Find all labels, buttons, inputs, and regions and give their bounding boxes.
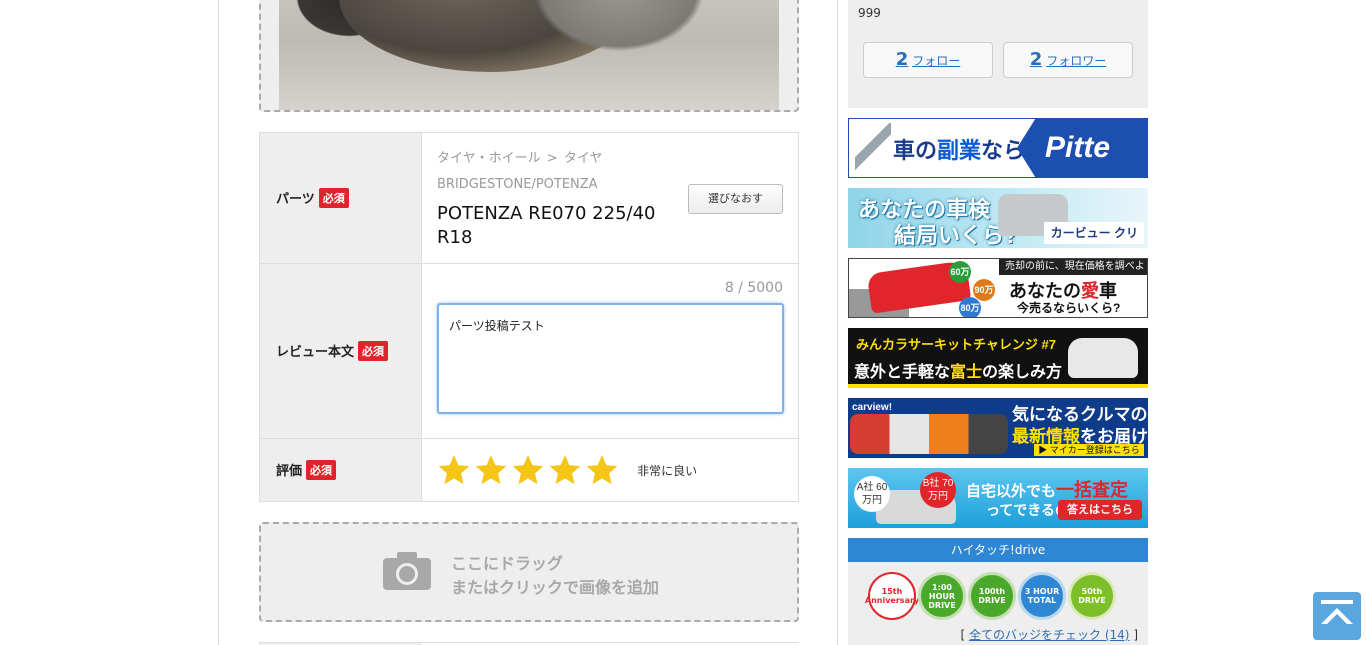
main-column: パーツ 必須 タイヤ・ホイール > タイヤ BRIDGESTONE/POTENZA… <box>218 0 838 645</box>
star-icon[interactable] <box>548 453 582 487</box>
50th-drive-badge-icon[interactable]: 50th DRIVE <box>1068 572 1116 620</box>
following-button[interactable]: 2 フォロー <box>863 42 993 78</box>
star-icon[interactable] <box>474 453 508 487</box>
banner-circuit[interactable]: みんカラサーキットチャレンジ #7 意外と手軽な富士の楽しみ方 <box>848 328 1148 388</box>
parts-cell: タイヤ・ホイール > タイヤ BRIDGESTONE/POTENZA POTEN… <box>421 132 799 264</box>
profile-box: 999 2 フォロー 2 フォロワー <box>848 0 1148 108</box>
hour-drive-badge-icon[interactable]: 1:00 HOUR DRIVE <box>918 572 966 620</box>
drop-instructions: ここにドラッグ またはクリックで画像を追加 <box>451 554 660 597</box>
scroll-to-top-button[interactable] <box>1313 592 1361 640</box>
required-badge: 必須 <box>318 188 349 208</box>
rating-cell: 非常に良い <box>421 438 799 502</box>
profile-count: 999 <box>858 6 881 20</box>
star-rating[interactable] <box>437 453 619 487</box>
carview-logo: carview! <box>852 402 893 413</box>
hour-total-badge-icon[interactable]: 3 HOUR TOTAL <box>1018 572 1066 620</box>
banner-shaken[interactable]: あなたの車検 結局いくら? カービュー クリア車検 <box>848 188 1148 248</box>
pitte-logo: Pitte <box>1017 119 1147 177</box>
character-counter: 8 / 5000 <box>724 280 783 296</box>
rating-row: 評価 必須 非常に良い <box>259 438 799 502</box>
banner-pitte[interactable]: 車の副業なら Pitte <box>848 118 1148 178</box>
category-breadcrumb: タイヤ・ホイール > タイヤ <box>437 151 603 166</box>
part-name: POTENZA RE070 225/40 R18 <box>437 203 656 248</box>
rating-text: 非常に良い <box>637 463 698 478</box>
cat-photo <box>279 0 779 110</box>
review-label: レビュー本文 必須 <box>259 263 422 439</box>
wrench-icon <box>855 123 891 173</box>
star-icon[interactable] <box>585 453 619 487</box>
review-cell: 8 / 5000 パーツ投稿テスト <box>421 263 799 439</box>
badge-title: ハイタッチ!drive <box>848 538 1148 562</box>
100th-drive-badge-icon[interactable]: 100th DRIVE <box>968 572 1016 620</box>
photo-upload-box[interactable] <box>259 0 799 112</box>
parts-label: パーツ 必須 <box>259 132 422 264</box>
required-badge: 必須 <box>306 460 337 480</box>
cars-image <box>850 414 1008 454</box>
reselect-button[interactable]: 選びなおす <box>688 184 783 214</box>
star-icon[interactable] <box>437 453 471 487</box>
star-icon[interactable] <box>511 453 545 487</box>
camera-icon <box>383 552 431 590</box>
banner-car-value[interactable]: 60万 90万 80万 売却の前に、現在価格を調べよう! あなたの愛車 今売るな… <box>848 258 1148 318</box>
car-image <box>1068 338 1138 378</box>
parts-row: パーツ 必須 タイヤ・ホイール > タイヤ BRIDGESTONE/POTENZA… <box>259 132 799 264</box>
banner-appraisal[interactable]: A社 60万円 B社 70万円 自宅以外でも一括査定 ってできるの? 答えはこち… <box>848 468 1148 528</box>
page: パーツ 必須 タイヤ・ホイール > タイヤ BRIDGESTONE/POTENZA… <box>0 0 1366 645</box>
review-row: レビュー本文 必須 8 / 5000 パーツ投稿テスト <box>259 263 799 439</box>
badge-list: 15th Anniversary 1:00 HOUR DRIVE 100th D… <box>865 572 1116 620</box>
review-textarea[interactable]: パーツ投稿テスト <box>437 303 784 414</box>
rating-label: 評価 必須 <box>259 438 422 502</box>
badge-box: ハイタッチ!drive 15th Anniversary 1:00 HOUR D… <box>848 538 1148 645</box>
image-drop-zone[interactable]: ここにドラッグ またはクリックで画像を追加 <box>259 522 799 622</box>
all-badges-link[interactable]: 全てのバッジをチェック (14) <box>969 628 1129 642</box>
anniversary-badge-icon[interactable]: 15th Anniversary <box>865 572 919 620</box>
followers-button[interactable]: 2 フォロワー <box>1003 42 1133 78</box>
banner-carview[interactable]: carview! 気になるクルマの 最新情報をお届け ▶ マイカー登録はこちら <box>848 398 1148 458</box>
parts-review-form: パーツ 必須 タイヤ・ホイール > タイヤ BRIDGESTONE/POTENZA… <box>259 132 799 502</box>
chevron-up-icon <box>1321 600 1353 624</box>
required-badge: 必須 <box>358 341 389 361</box>
appraisal-cta: 答えはこちら <box>1058 500 1142 520</box>
badge-link-wrap: [ 全てのバッジをチェック (14) ] <box>960 628 1138 642</box>
